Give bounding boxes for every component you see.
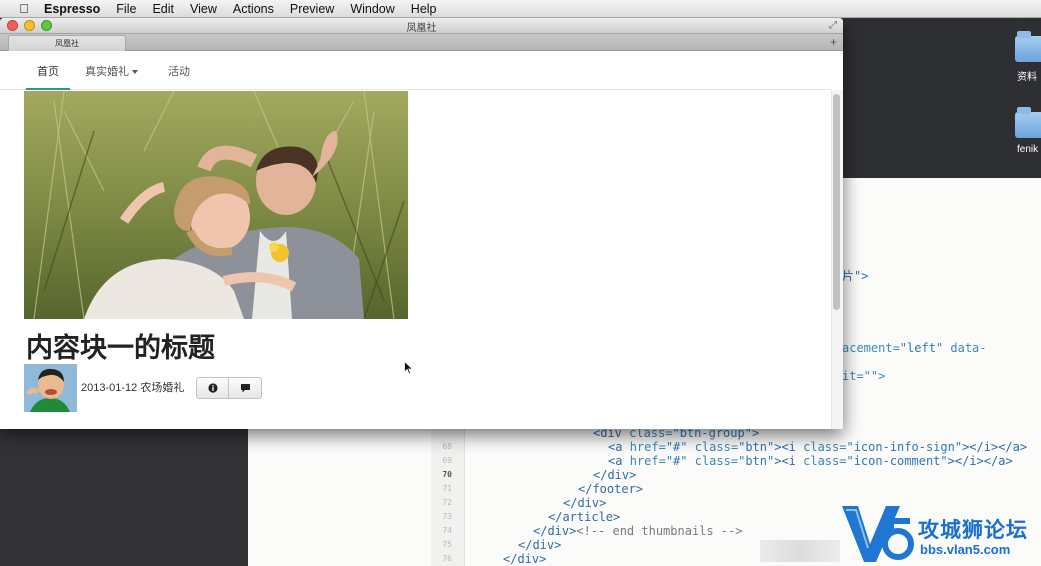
desktop-folder-fenik[interactable]: fenik <box>1011 107 1041 155</box>
window-title: 凤凰社 <box>406 23 437 34</box>
apple-icon[interactable]:  <box>14 1 34 16</box>
code-line: </footer> <box>578 482 644 496</box>
tab-active[interactable]: 凤凰社 <box>8 35 126 51</box>
line-number: 76 <box>442 554 452 563</box>
page-viewport: 首页 真实婚礼 活动 内容块一的标题 2013-01-12 农场婚礼 <box>0 52 843 429</box>
scrollbar-thumb[interactable] <box>833 94 840 310</box>
code-attr: data- <box>943 341 987 355</box>
nav-item-label: 真实婚礼 <box>85 66 129 78</box>
nav-item-real-weddings[interactable]: 真实婚礼 <box>85 52 138 90</box>
watermark-title: 攻城狮论坛 <box>918 519 1028 542</box>
v5-logo-icon <box>842 506 914 562</box>
code-line: <a href="#" class="btn"><i class="icon-i… <box>608 440 1028 454</box>
menu-bar:  Espresso File Edit View Actions Previe… <box>0 0 1041 18</box>
preview-window: 凤凰社 ⤢ 凤凰社 + 首页 真实婚礼 活动 内容块一的标题 2013-01-1… <box>0 18 843 429</box>
info-sign-icon <box>207 383 218 393</box>
site-navbar: 首页 真实婚礼 活动 <box>0 52 831 90</box>
post-date: 2013-01-12 <box>81 382 138 394</box>
folder-icon <box>1015 107 1041 138</box>
caret-down-icon <box>132 70 138 75</box>
line-number: 73 <box>442 512 452 521</box>
fullscreen-icon[interactable]: ⤢ <box>829 20 837 31</box>
line-number: 68 <box>442 442 452 451</box>
new-tab-plus-icon[interactable]: + <box>830 35 837 49</box>
code-string: "left" <box>899 341 944 355</box>
menu-file[interactable]: File <box>108 0 144 18</box>
watermark-url: bbs.vlan5.com <box>920 542 1011 557</box>
line-number: 71 <box>442 484 452 493</box>
desktop: 资料 fenik <box>843 18 1041 178</box>
menu-edit[interactable]: Edit <box>144 0 182 18</box>
boy-avatar-photo <box>24 364 77 412</box>
post-action-buttons <box>196 377 262 399</box>
nav-item-label: 首页 <box>37 66 59 78</box>
background-strip <box>0 428 248 566</box>
avatar[interactable] <box>24 364 77 412</box>
info-button[interactable] <box>196 377 229 399</box>
line-number: 75 <box>442 540 452 549</box>
blurred-region <box>760 540 840 562</box>
code-line: <a href="#" class="btn"><i class="icon-c… <box>608 454 1013 468</box>
line-number: 72 <box>442 498 452 507</box>
tab-bar: 凤凰社 + <box>0 34 843 51</box>
post-meta: 2013-01-12 农场婚礼 <box>81 379 184 395</box>
menu-view[interactable]: View <box>182 0 225 18</box>
post-title: 内容块一的标题 <box>26 333 215 363</box>
comment-button[interactable] <box>229 377 262 399</box>
mouse-cursor-icon <box>404 361 414 375</box>
post-thumbnail-image[interactable] <box>24 91 408 319</box>
code-line: </article> <box>548 510 621 524</box>
post-category[interactable]: 农场婚礼 <box>140 382 184 394</box>
couple-in-grass-photo <box>24 91 408 319</box>
menu-help[interactable]: Help <box>403 0 445 18</box>
code-partial-line: acement="left" data- <box>842 341 987 355</box>
code-line: </div><!-- end thumbnails --> <box>533 524 743 538</box>
nav-item-label: 活动 <box>168 66 190 78</box>
nav-item-events[interactable]: 活动 <box>168 52 190 90</box>
desktop-folder-label: 资料 <box>1017 72 1037 83</box>
menu-actions[interactable]: Actions <box>225 0 282 18</box>
code-line: </div> <box>518 538 562 552</box>
code-attr: acement= <box>842 341 900 355</box>
line-number-active: 70 <box>442 470 452 479</box>
desktop-folder-label: fenik <box>1017 144 1039 155</box>
menu-window[interactable]: Window <box>342 0 402 18</box>
line-number: 69 <box>442 456 452 465</box>
window-titlebar[interactable]: 凤凰社 ⤢ <box>0 18 843 34</box>
line-number: 74 <box>442 526 452 535</box>
nav-item-home[interactable]: 首页 <box>26 52 70 90</box>
desktop-folder-ziliao[interactable]: 资料 <box>1011 31 1041 83</box>
code-partial-line: 片"> <box>842 269 869 283</box>
watermark: 攻城狮论坛 bbs.vlan5.com <box>840 500 1041 566</box>
menu-app-name[interactable]: Espresso <box>36 0 108 18</box>
menu-preview[interactable]: Preview <box>282 0 342 18</box>
code-line: </div> <box>563 496 607 510</box>
comment-icon <box>240 384 250 393</box>
code-line: </div> <box>503 552 547 566</box>
code-line: </div> <box>593 468 637 482</box>
folder-icon <box>1015 31 1041 62</box>
code-partial-line: it=""> <box>842 369 886 383</box>
